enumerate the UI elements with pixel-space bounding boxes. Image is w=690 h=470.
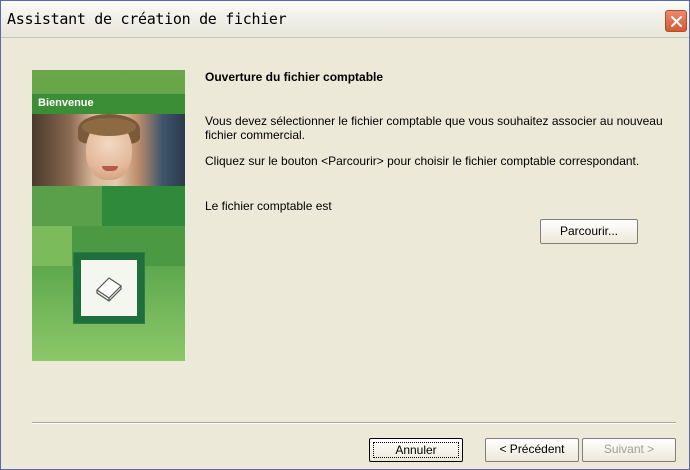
cancel-button[interactable]: Annuler — [369, 438, 463, 462]
welcome-label: Bienvenue — [38, 97, 94, 109]
welcome-band: Bienvenue — [32, 94, 185, 114]
step-heading: Ouverture du fichier comptable — [205, 70, 384, 84]
file-label: Le fichier comptable est — [205, 199, 332, 213]
welcome-side-image: Bienvenue — [32, 70, 185, 361]
welcome-photo — [32, 114, 185, 186]
document-icon-frame — [74, 253, 144, 323]
instruction-text-1: Vous devez sélectionner le fichier compt… — [205, 114, 663, 142]
footer-separator — [32, 422, 676, 424]
next-button[interactable]: Suivant > — [582, 438, 676, 462]
close-icon — [671, 16, 682, 27]
close-button[interactable] — [665, 10, 687, 32]
title-bar[interactable]: Assistant de création de fichier — [1, 1, 689, 38]
browse-button[interactable]: Parcourir... — [540, 219, 638, 244]
document-icon — [96, 277, 122, 302]
cancel-label: Annuler — [395, 443, 437, 457]
wizard-window: Assistant de création de fichier Bienven… — [0, 0, 690, 470]
instruction-text-2: Cliquez sur le bouton <Parcourir> pour c… — [205, 154, 640, 168]
previous-button[interactable]: < Précédent — [485, 438, 579, 462]
window-title: Assistant de création de fichier — [7, 10, 287, 28]
